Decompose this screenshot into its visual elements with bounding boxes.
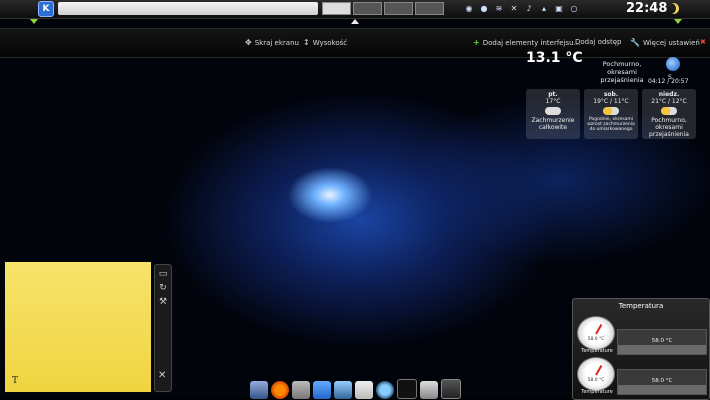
forecast-day: pt. 17°C Zachmurzenie całkowite <box>526 89 580 139</box>
sun-cloud-icon <box>603 107 619 115</box>
bird-app-icon[interactable] <box>250 381 268 399</box>
sensor-label: Temperature <box>581 389 613 395</box>
tray-volume-icon[interactable]: ♪ <box>524 4 534 14</box>
gauge-value: 58.0 °C <box>587 378 605 383</box>
system-tray: ◉ ● ≋ ✕ ♪ ▴ ▣ ○ <box>464 1 579 17</box>
terminal-icon[interactable] <box>397 379 417 399</box>
kde-logo-icon: K <box>38 1 54 17</box>
close-widget-icon[interactable]: ✕ <box>158 370 166 381</box>
moon-icon[interactable] <box>668 3 679 14</box>
close-toolbox-button[interactable]: ✖ <box>700 38 706 46</box>
sensor-label: Temperature <box>581 348 613 354</box>
package-icon[interactable] <box>292 381 310 399</box>
document-icon[interactable] <box>355 381 373 399</box>
cloud-icon <box>545 107 561 115</box>
thermometer-gauge: 58.0 °C <box>577 357 615 391</box>
add-widgets-label: Dodaj elementy interfejsu... <box>482 38 581 47</box>
taskbar[interactable] <box>58 2 318 15</box>
gauge-needle <box>595 323 603 335</box>
day-condition: Zachmurzenie całkowite <box>531 117 575 131</box>
forecast-day: sob. 19°C / 11°C Pogodnie, okresami wzro… <box>584 89 638 139</box>
tray-chat-icon[interactable]: ▣ <box>554 4 564 14</box>
system-monitor-icon[interactable] <box>441 379 461 399</box>
add-spacer-label: Dodaj odstęp <box>575 38 622 46</box>
note-text-marker[interactable]: T <box>12 376 18 386</box>
panel-edge-left-arrow[interactable] <box>30 19 38 24</box>
day-temp: 21°C / 12°C <box>651 98 687 105</box>
panel-height-handle[interactable] <box>351 19 359 24</box>
add-spacer-button[interactable]: Dodaj odstęp <box>575 38 621 46</box>
rotate-icon[interactable]: ↻ <box>159 283 167 293</box>
resize-icon[interactable]: ▭ <box>159 269 168 279</box>
tray-tools-icon[interactable]: ✕ <box>509 4 519 14</box>
thermometer-gauge: 58.0 °C <box>577 316 615 350</box>
gauge-needle <box>595 364 603 376</box>
sunrise-sunset: 04:12 / 20:57 <box>648 78 689 85</box>
day-name: niedz. <box>658 91 680 98</box>
sticky-note[interactable] <box>5 262 151 392</box>
desktop-2[interactable] <box>353 2 382 15</box>
folder-icon[interactable] <box>334 381 352 399</box>
resize-vertical-icon: ↕ <box>303 38 310 47</box>
settings-wrench-icon[interactable]: ⚒ <box>159 297 167 307</box>
graph-value: 58.0 °C <box>651 378 673 384</box>
clock[interactable]: 22:48 <box>626 1 667 17</box>
dock <box>246 373 466 399</box>
day-temp: 17°C <box>545 98 561 105</box>
close-icon: ✖ <box>700 38 706 46</box>
plus-icon: + <box>473 38 480 47</box>
graph-fill <box>618 344 706 354</box>
height-label: Wysokość <box>312 38 348 47</box>
forecast-day: niedz. 21°C / 12°C Pochmurno, okresami p… <box>642 89 696 139</box>
day-name: pt. <box>548 91 558 98</box>
virtual-desktop-pager[interactable] <box>322 2 444 15</box>
add-widgets-button[interactable]: + Dodaj elementy interfejsu... <box>473 38 580 47</box>
current-temperature: 13.1 °C <box>526 50 583 66</box>
wrench-icon: 🔧 <box>630 38 640 47</box>
browser-icon[interactable] <box>376 381 394 399</box>
weather-widget[interactable]: 13.1 °C Pochmurno, okresami przejaśnieni… <box>522 50 698 142</box>
temperature-widget[interactable]: Temperatura 58.0 °C Temperature 58.0 °C … <box>572 298 710 400</box>
firefox-icon[interactable] <box>271 381 289 399</box>
tray-status-icon[interactable]: ○ <box>569 4 579 14</box>
more-settings-label: Więcej ustawień <box>642 38 700 47</box>
height-button[interactable]: ↕ Wysokość <box>303 38 347 47</box>
sun-cloud-icon <box>661 107 677 115</box>
globe-icon <box>666 57 680 71</box>
tray-wifi-icon[interactable]: ≋ <box>494 4 504 14</box>
home-folder-icon[interactable] <box>313 381 331 399</box>
current-condition: Pochmurno, okresami przejaśnienia <box>600 60 644 84</box>
day-temp: 19°C / 11°C <box>593 98 629 105</box>
kde-menu-button[interactable]: K <box>36 0 56 18</box>
move-icon: ✥ <box>245 38 252 47</box>
screen-edge-button[interactable]: ✥ Skraj ekranu <box>245 38 299 47</box>
graph-value: 58.0 °C <box>651 338 673 344</box>
screen-edge-label: Skraj ekranu <box>254 38 299 47</box>
desktop-4[interactable] <box>415 2 444 15</box>
graph-fill <box>618 384 706 394</box>
temperature-graph: 58.0 °C <box>617 329 707 355</box>
panel-edge-right-arrow[interactable] <box>674 19 682 24</box>
day-condition: Pochmurno, okresami przejaśnienia <box>649 117 689 138</box>
top-panel: K ◉ ● ≋ ✕ ♪ ▴ ▣ ○ 22:48 <box>0 0 710 19</box>
day-name: sob. <box>603 91 619 98</box>
widget-title: Temperatura <box>618 302 664 310</box>
panel-toolbox: ✥ Skraj ekranu ↕ Wysokość + Dodaj elemen… <box>0 28 710 58</box>
tray-network-icon[interactable]: ◉ <box>464 4 474 14</box>
tray-update-icon[interactable]: ● <box>479 4 489 14</box>
trash-icon[interactable] <box>420 381 438 399</box>
desktop-1[interactable] <box>322 2 351 15</box>
more-settings-button[interactable]: 🔧 Więcej ustawień <box>630 38 700 47</box>
day-condition: Pogodnie, okresami wzrost zachmurzenia d… <box>587 117 635 132</box>
gauge-value: 58.0 °C <box>587 337 605 342</box>
desktop-3[interactable] <box>384 2 413 15</box>
temperature-graph: 58.0 °C <box>617 369 707 395</box>
tray-expand-icon[interactable]: ▴ <box>539 4 549 14</box>
